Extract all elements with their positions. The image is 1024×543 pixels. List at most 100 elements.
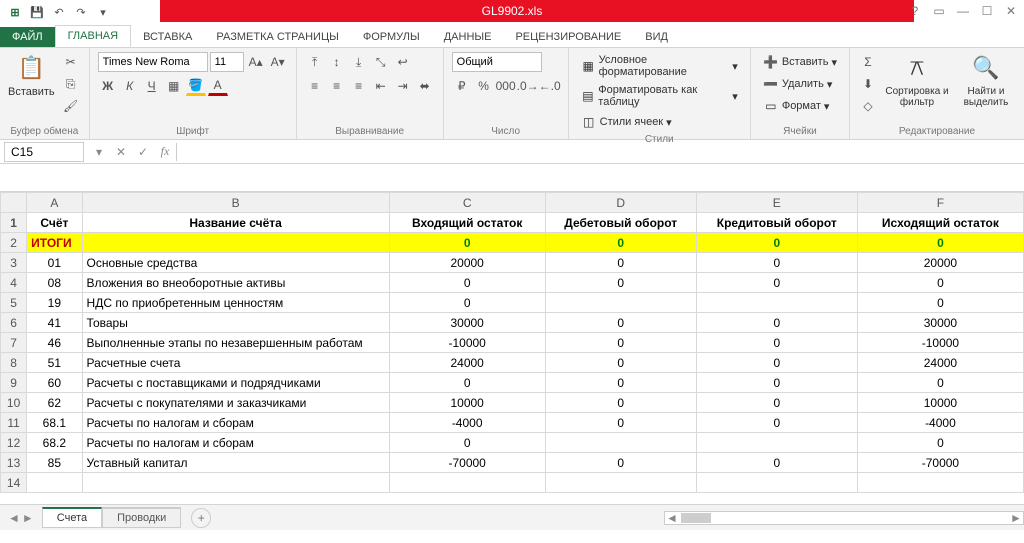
table-row[interactable]: 851Расчетные счета240000024000 <box>1 353 1024 373</box>
font-color-icon[interactable]: A <box>208 76 228 96</box>
cell[interactable]: Дебетовый оборот <box>545 213 696 233</box>
minimize-icon[interactable]: — <box>954 4 972 18</box>
cell[interactable]: 41 <box>27 313 82 333</box>
tab-view[interactable]: ВИД <box>633 27 680 47</box>
cell[interactable]: 0 <box>545 353 696 373</box>
cell[interactable]: 68.2 <box>27 433 82 453</box>
cell[interactable]: 24000 <box>389 353 545 373</box>
table-row[interactable]: 408Вложения во внеоборотные активы0000 <box>1 273 1024 293</box>
table-row[interactable]: 1СчётНазвание счётаВходящий остатокДебет… <box>1 213 1024 233</box>
col-header-C[interactable]: C <box>389 193 545 213</box>
scroll-left-icon[interactable]: ◄ <box>665 511 679 525</box>
cell[interactable] <box>27 473 82 493</box>
font-size-select[interactable] <box>210 52 244 72</box>
cell[interactable]: 19 <box>27 293 82 313</box>
tab-data[interactable]: ДАННЫЕ <box>432 27 504 47</box>
align-center-icon[interactable]: ≡ <box>327 76 347 96</box>
worksheet-grid[interactable]: A B C D E F 1СчётНазвание счётаВходящий … <box>0 192 1024 493</box>
cell[interactable]: 0 <box>857 233 1023 253</box>
sheet-tab-other[interactable]: Проводки <box>102 507 181 528</box>
cell[interactable] <box>545 293 696 313</box>
cell[interactable]: Расчеты по налогам и сборам <box>82 413 389 433</box>
undo-icon[interactable]: ↶ <box>50 4 68 20</box>
cell[interactable]: Расчеты с покупателями и заказчиками <box>82 393 389 413</box>
row-header[interactable]: 6 <box>1 313 27 333</box>
insert-cells-button[interactable]: ➕Вставить▾ <box>759 52 841 72</box>
italic-button[interactable]: К <box>120 76 140 96</box>
orientation-icon[interactable]: ⤡ <box>371 52 391 72</box>
sheet-nav-next-icon[interactable]: ► <box>22 511 34 525</box>
row-header[interactable]: 3 <box>1 253 27 273</box>
sheet-tab-active[interactable]: Счета <box>42 507 102 528</box>
row-header[interactable]: 5 <box>1 293 27 313</box>
border-icon[interactable]: ▦ <box>164 76 184 96</box>
scroll-thumb[interactable] <box>681 513 711 523</box>
cell[interactable]: ИТОГИ <box>27 233 82 253</box>
cut-icon[interactable]: ✂ <box>61 52 81 72</box>
cell[interactable]: 30000 <box>857 313 1023 333</box>
row-header[interactable]: 11 <box>1 413 27 433</box>
tab-home[interactable]: ГЛАВНАЯ <box>55 25 131 47</box>
table-row[interactable]: 2ИТОГИ0000 <box>1 233 1024 253</box>
tab-layout[interactable]: РАЗМЕТКА СТРАНИЦЫ <box>204 27 350 47</box>
tab-review[interactable]: РЕЦЕНЗИРОВАНИЕ <box>503 27 633 47</box>
cell[interactable]: 24000 <box>857 353 1023 373</box>
copy-icon[interactable]: ⎘ <box>61 74 81 94</box>
cell[interactable]: Счёт <box>27 213 82 233</box>
format-cells-button[interactable]: ▭Формат▾ <box>759 96 841 116</box>
table-row[interactable]: 1168.1Расчеты по налогам и сборам-400000… <box>1 413 1024 433</box>
fill-icon[interactable]: ⬇ <box>858 74 878 94</box>
increase-indent-icon[interactable]: ⇥ <box>393 76 413 96</box>
cell[interactable]: 0 <box>857 273 1023 293</box>
cell[interactable]: Кредитовый оборот <box>696 213 857 233</box>
currency-icon[interactable]: ₽ <box>452 76 472 96</box>
cell[interactable]: -10000 <box>857 333 1023 353</box>
enter-formula-icon[interactable]: ✓ <box>132 145 154 159</box>
cell[interactable]: Основные средства <box>82 253 389 273</box>
col-header-D[interactable]: D <box>545 193 696 213</box>
format-as-table-button[interactable]: ▤Форматировать как таблицу▾ <box>577 82 742 110</box>
cell[interactable]: 0 <box>389 373 545 393</box>
delete-cells-button[interactable]: ➖Удалить▾ <box>759 74 841 94</box>
cell[interactable]: 10000 <box>389 393 545 413</box>
cell[interactable]: 10000 <box>857 393 1023 413</box>
wrap-text-icon[interactable]: ↩ <box>393 52 413 72</box>
cell[interactable]: 08 <box>27 273 82 293</box>
cell[interactable]: 30000 <box>389 313 545 333</box>
save-icon[interactable]: 💾 <box>28 4 46 20</box>
increase-decimal-icon[interactable]: .0→ <box>518 76 538 96</box>
cell[interactable] <box>696 433 857 453</box>
fx-icon[interactable]: fx <box>154 144 176 159</box>
format-painter-icon[interactable]: 🖌 <box>61 96 81 116</box>
cell[interactable]: 0 <box>545 313 696 333</box>
col-header-E[interactable]: E <box>696 193 857 213</box>
sort-filter-button[interactable]: ⚻ Сортировка и фильтр <box>884 52 950 108</box>
cell[interactable]: -70000 <box>857 453 1023 473</box>
table-row[interactable]: 746Выполненные этапы по незавершенным ра… <box>1 333 1024 353</box>
decrease-font-icon[interactable]: A▾ <box>268 52 288 72</box>
cell[interactable]: 0 <box>696 313 857 333</box>
cell[interactable]: 0 <box>696 233 857 253</box>
horizontal-scrollbar[interactable]: ◄ ► <box>664 511 1024 525</box>
cell[interactable]: 0 <box>857 293 1023 313</box>
cell[interactable]: 0 <box>545 413 696 433</box>
row-header[interactable]: 8 <box>1 353 27 373</box>
cell[interactable] <box>82 233 389 253</box>
underline-button[interactable]: Ч <box>142 76 162 96</box>
bold-button[interactable]: Ж <box>98 76 118 96</box>
decrease-indent-icon[interactable]: ⇤ <box>371 76 391 96</box>
cell[interactable]: 62 <box>27 393 82 413</box>
cell[interactable] <box>545 433 696 453</box>
tab-file[interactable]: ФАЙЛ <box>0 27 55 47</box>
cell[interactable]: 0 <box>545 273 696 293</box>
cell[interactable]: 0 <box>545 453 696 473</box>
cell[interactable]: Вложения во внеоборотные активы <box>82 273 389 293</box>
row-header[interactable]: 7 <box>1 333 27 353</box>
cell[interactable]: 0 <box>389 273 545 293</box>
cell[interactable]: Расчетные счета <box>82 353 389 373</box>
cell[interactable]: 0 <box>389 433 545 453</box>
cell[interactable]: 0 <box>545 233 696 253</box>
column-headers[interactable]: A B C D E F <box>1 193 1024 213</box>
align-bottom-icon[interactable]: ⤓ <box>349 52 369 72</box>
close-icon[interactable]: ✕ <box>1002 4 1020 18</box>
